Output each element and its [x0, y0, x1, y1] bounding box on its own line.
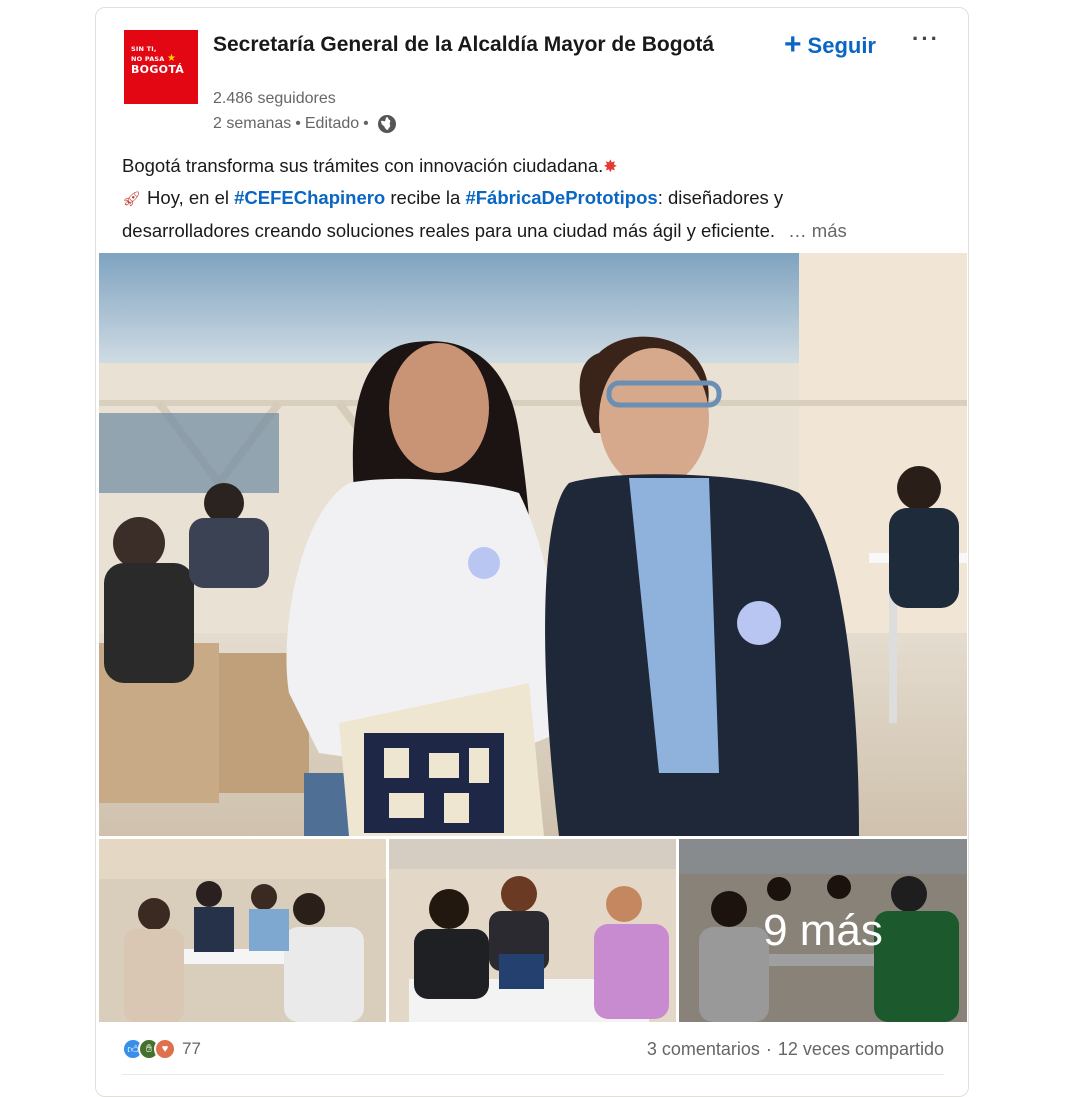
thumbnail-illustration-2	[389, 839, 676, 1022]
hashtag-cefechapinero[interactable]: #CEFEChapinero	[234, 187, 385, 208]
rocket-emoji-icon: 🚀︎	[122, 191, 142, 208]
ellipsis-icon[interactable]: ···	[912, 26, 940, 52]
globe-icon	[377, 115, 396, 133]
follow-label: Seguir	[807, 33, 876, 58]
hashtag-fabricadeprototipos[interactable]: #FábricaDePrototipos	[465, 187, 657, 208]
logo-text-line1: SIN TI,	[131, 45, 157, 53]
follow-button[interactable]: + Seguir	[784, 28, 876, 64]
reaction-count: 77	[182, 1039, 201, 1058]
photo-illustration	[99, 253, 967, 836]
comments-count[interactable]: 3 comentarios	[647, 1039, 760, 1060]
see-more-link[interactable]: … más	[788, 220, 847, 241]
thumbnail-photo-1[interactable]	[99, 839, 386, 1022]
reactions-summary[interactable]: 👍︎ ✋︎ ♥ 77	[122, 1038, 201, 1060]
post-time: 2 semanas	[213, 115, 292, 132]
thumbnail-illustration-1	[99, 839, 386, 1022]
company-logo[interactable]: SIN TI, NO PASA ★ BOGOTÁ	[124, 30, 198, 104]
post-line-1: Bogotá transforma sus trámites con innov…	[122, 155, 618, 176]
edited-label: Editado	[304, 115, 360, 132]
collision-emoji-icon: ✸	[603, 157, 618, 176]
follower-count: 2.486 seguidores	[213, 90, 336, 107]
love-reaction-icon: ♥	[154, 1038, 176, 1060]
divider	[122, 1074, 944, 1075]
post-line-3: desarrolladores creando soluciones reale…	[122, 220, 847, 241]
post-body: Bogotá transforma sus trámites con innov…	[122, 150, 952, 246]
plus-icon: +	[784, 27, 802, 61]
post-line-2: 🚀︎ Hoy, en el #CEFEChapinero recibe la #F…	[122, 187, 784, 208]
thumbnail-photo-3[interactable]: 9 más	[679, 839, 967, 1022]
more-photos-label: 9 más	[763, 905, 883, 955]
more-photos-overlay[interactable]: 9 más	[679, 839, 967, 1022]
author-name[interactable]: Secretaría General de la Alcaldía Mayor …	[213, 30, 733, 60]
post-meta: 2 semanas • Editado •	[213, 114, 397, 134]
logo-text-line3: BOGOTÁ	[131, 63, 185, 76]
shares-count[interactable]: 12 veces compartido	[778, 1039, 944, 1060]
post-card: SIN TI, NO PASA ★ BOGOTÁ Secretaría Gene…	[95, 7, 969, 1097]
social-counts: 3 comentarios · 12 veces compartido	[646, 1039, 944, 1060]
thumbnail-photo-2[interactable]	[389, 839, 676, 1022]
main-photo[interactable]	[99, 253, 967, 836]
